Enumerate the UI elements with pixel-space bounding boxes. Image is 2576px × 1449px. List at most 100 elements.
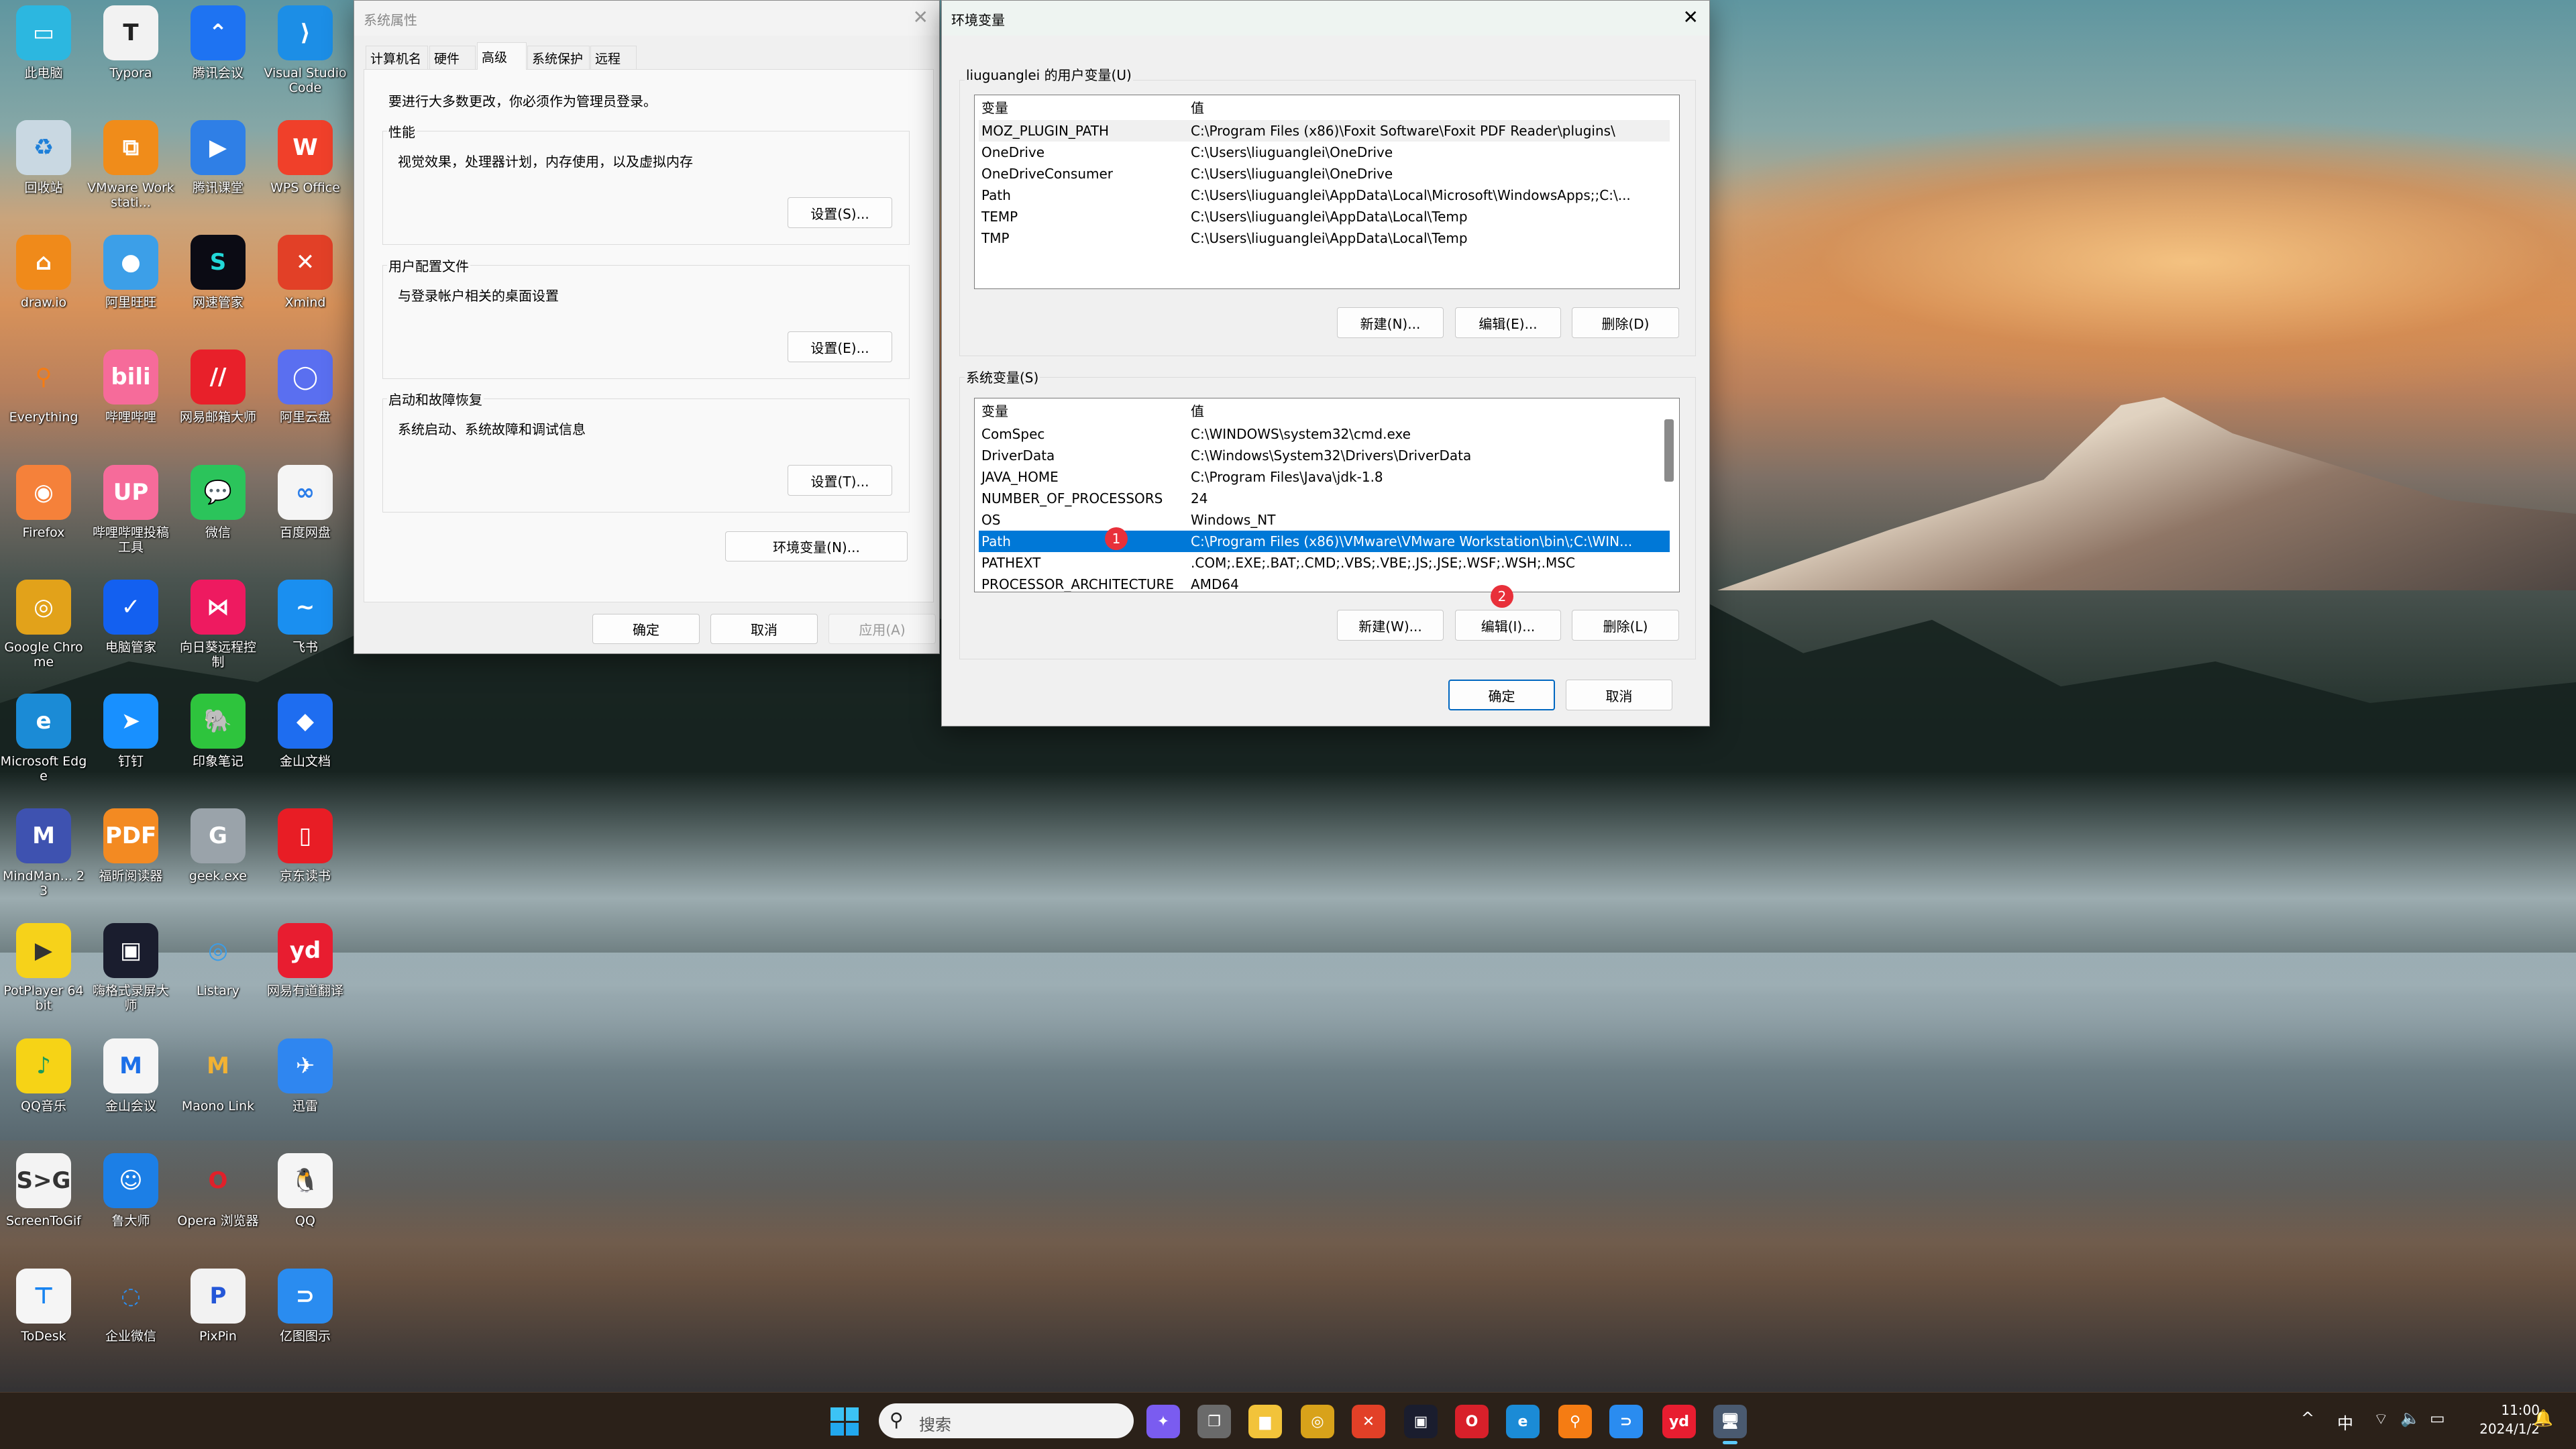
desktop-icon[interactable]: T Typora — [87, 5, 174, 80]
desktop-icon[interactable]: S 网速管家 — [174, 235, 262, 310]
volume-icon[interactable]: 🔈 — [2400, 1409, 2420, 1428]
table-row[interactable]: OneDriveConsumer C:\Users\liuguanglei\One… — [979, 163, 1670, 184]
column-header-variable[interactable]: 变量 — [981, 97, 1008, 119]
desktop-icon[interactable]: ~ 飞书 — [262, 580, 349, 655]
desktop-icon[interactable]: ➤ 钉钉 — [87, 694, 174, 769]
desktop-icon[interactable]: ⚲ Everything — [0, 350, 87, 425]
desktop-icon[interactable]: M Maono Link — [174, 1038, 262, 1114]
desktop-icon[interactable]: ▭ 此电脑 — [0, 5, 87, 80]
table-row[interactable]: NUMBER_OF_PROCESSORS 24 — [979, 488, 1670, 509]
taskbar-system-properties-icon[interactable]: 🖥 — [1713, 1405, 1747, 1438]
desktop-icon[interactable]: W WPS Office — [262, 120, 349, 195]
desktop-icon[interactable]: PDF 福昕阅读器 — [87, 808, 174, 883]
desktop-icon[interactable]: ✕ Xmind — [262, 235, 349, 310]
user-new-button[interactable]: 新建(N)... — [1337, 307, 1444, 338]
search-box[interactable]: ⚲ 搜索 — [879, 1403, 1134, 1438]
desktop-icon[interactable]: ▶ PotPlayer 64 bit — [0, 923, 87, 1013]
cancel-button[interactable]: 取消 — [710, 614, 818, 644]
desktop-icon[interactable]: Ggeek.exe — [174, 808, 262, 883]
tab-2[interactable]: 高级 — [477, 42, 527, 70]
wifi-icon[interactable]: ⌔ — [2373, 1409, 2389, 1429]
desktop-icon[interactable]: ● 阿里旺旺 — [87, 235, 174, 310]
title-bar[interactable]: 环境变量 ✕ — [942, 1, 1709, 36]
taskbar-copilot-icon[interactable]: ✦ — [1146, 1405, 1180, 1438]
desktop-icon[interactable]: ⊃ 亿图图示 — [262, 1269, 349, 1344]
table-row[interactable]: ComSpec C:\WINDOWS\system32\cmd.exe — [979, 423, 1670, 445]
ok-button[interactable]: 确定 — [1448, 680, 1555, 710]
desktop-icon[interactable]: M MindMan... 23 — [0, 808, 87, 898]
desktop-icon[interactable]: ▶ 腾讯课堂 — [174, 120, 262, 195]
ime-indicator[interactable]: 中 — [2337, 1410, 2353, 1434]
desktop-icon[interactable]: ⋈ 向日葵远程控制 — [174, 580, 262, 669]
system-new-button[interactable]: 新建(W)... — [1337, 610, 1444, 641]
desktop-icon[interactable]: ♪ QQ音乐 — [0, 1038, 87, 1114]
battery-icon[interactable]: ▭ — [2430, 1409, 2445, 1428]
desktop-icon[interactable]: ✓ 电脑管家 — [87, 580, 174, 655]
apply-button[interactable]: 应用(A) — [828, 614, 936, 644]
desktop-icon[interactable]: yd 网易有道翻译 — [262, 923, 349, 998]
tab-1[interactable]: 硬件 — [429, 46, 476, 69]
settings-button[interactable]: 设置(T)... — [788, 465, 892, 496]
close-icon[interactable]: ✕ — [913, 6, 928, 28]
table-row[interactable]: MOZ_PLUGIN_PATH C:\Program Files (x86)\Fo… — [979, 120, 1670, 142]
taskbar-youdao-icon[interactable]: yd — [1662, 1405, 1696, 1438]
show-hidden-icons-chevron[interactable]: ^ — [2301, 1409, 2314, 1428]
desktop-icon[interactable]: 💬 微信 — [174, 465, 262, 540]
taskbar-everything-icon[interactable]: ⚲ — [1558, 1405, 1592, 1438]
desktop-icon[interactable]: ◯ 阿里云盘 — [262, 350, 349, 425]
table-row[interactable]: TEMP C:\Users\liuguanglei\AppData\Local\T… — [979, 206, 1670, 227]
desktop-icon[interactable]: ◎ Listary — [174, 923, 262, 998]
desktop-icon[interactable]: ♻ 回收站 — [0, 120, 87, 195]
taskbar-file-explorer-icon[interactable]: ▆ — [1248, 1405, 1282, 1438]
settings-button[interactable]: 设置(E)... — [788, 331, 892, 362]
desktop-icon[interactable]: ⟩ Visual Studio Code — [262, 5, 349, 95]
desktop-icon[interactable]: e Microsoft Edge — [0, 694, 87, 784]
desktop-icon[interactable]: ⌂ draw.io — [0, 235, 87, 310]
close-icon[interactable]: ✕ — [1683, 6, 1699, 28]
desktop-icon[interactable]: // 网易邮箱大师 — [174, 350, 262, 425]
table-row[interactable]: PROCESSOR_ARCHITECTURE AMD64 — [979, 574, 1670, 592]
table-row[interactable]: PATHEXT .COM;.EXE;.BAT;.CMD;.VBS;.VBE;.JS… — [979, 552, 1670, 574]
notification-bell-icon[interactable]: 🔔 — [2533, 1409, 2553, 1428]
user-variables-list[interactable]: 变量 值 MOZ_PLUGIN_PATH C:\Program Files (x86)… — [974, 95, 1680, 289]
title-bar[interactable]: 系统属性 ✕ — [354, 1, 939, 36]
system-delete-button[interactable]: 删除(L) — [1572, 610, 1679, 641]
system-edit-button[interactable]: 编辑(I)... — [1455, 610, 1561, 641]
desktop-icon[interactable]: ✈ 迅雷 — [262, 1038, 349, 1114]
column-header-value[interactable]: 值 — [1191, 97, 1204, 119]
desktop-icon[interactable]: M 金山会议 — [87, 1038, 174, 1114]
taskbar-chrome-icon[interactable]: ◎ — [1301, 1405, 1334, 1438]
tab-0[interactable]: 计算机名 — [366, 46, 428, 69]
desktop-icon[interactable]: O Opera 浏览器 — [174, 1153, 262, 1228]
desktop-icon[interactable]: bili 哔哩哔哩 — [87, 350, 174, 425]
system-variables-list[interactable]: 变量 值 ComSpec C:\WINDOWS\system32\cmd.exe Dri… — [974, 398, 1680, 592]
table-row[interactable]: OneDrive C:\Users\liuguanglei\OneDrive — [979, 142, 1670, 163]
desktop-icon[interactable]: ◉ Firefox — [0, 465, 87, 540]
settings-button[interactable]: 设置(S)... — [788, 197, 892, 228]
desktop-icon[interactable]: ☺ 鲁大师 — [87, 1153, 174, 1228]
desktop-icon[interactable]: UP 哔哩哔哩投稿工具 — [87, 465, 174, 555]
clock[interactable]: 11:00 2024/1/2 — [2466, 1401, 2540, 1438]
table-row[interactable]: DriverData C:\Windows\System32\Drivers\Dr… — [979, 445, 1670, 466]
cancel-button[interactable]: 取消 — [1566, 680, 1672, 710]
table-row[interactable]: Path C:\Program Files (x86)\VMware\VMware… — [979, 531, 1670, 552]
desktop-icon[interactable]: 🐧 QQ — [262, 1153, 349, 1228]
desktop-icon[interactable]: S>G ScreenToGif — [0, 1153, 87, 1228]
taskbar-task-view-icon[interactable]: ❐ — [1197, 1405, 1231, 1438]
taskbar-xmind-icon[interactable]: ✕ — [1352, 1405, 1385, 1438]
tab-3[interactable]: 系统保护 — [527, 46, 590, 69]
user-delete-button[interactable]: 删除(D) — [1572, 307, 1679, 338]
desktop-icon[interactable]: ▯ 京东读书 — [262, 808, 349, 883]
desktop-icon[interactable]: ◌ 企业微信 — [87, 1269, 174, 1344]
environment-variables-button[interactable]: 环境变量(N)... — [725, 531, 908, 561]
ok-button[interactable]: 确定 — [592, 614, 700, 644]
taskbar-opera-icon[interactable]: O — [1455, 1405, 1489, 1438]
desktop-icon[interactable]: ⧉ VMware Workstati... — [87, 120, 174, 210]
desktop-icon[interactable]: ⊤ ToDesk — [0, 1269, 87, 1344]
table-row[interactable]: Path C:\Users\liuguanglei\AppData\Local\M… — [979, 184, 1670, 206]
desktop-icon[interactable]: P PixPin — [174, 1269, 262, 1344]
table-row[interactable]: JAVA_HOME C:\Program Files\Java\jdk-1.8 — [979, 466, 1670, 488]
taskbar-edraw-icon[interactable]: ⊃ — [1609, 1405, 1643, 1438]
desktop-icon[interactable]: ◎ Google Chrome — [0, 580, 87, 669]
table-row[interactable]: OS Windows_NT — [979, 509, 1670, 531]
